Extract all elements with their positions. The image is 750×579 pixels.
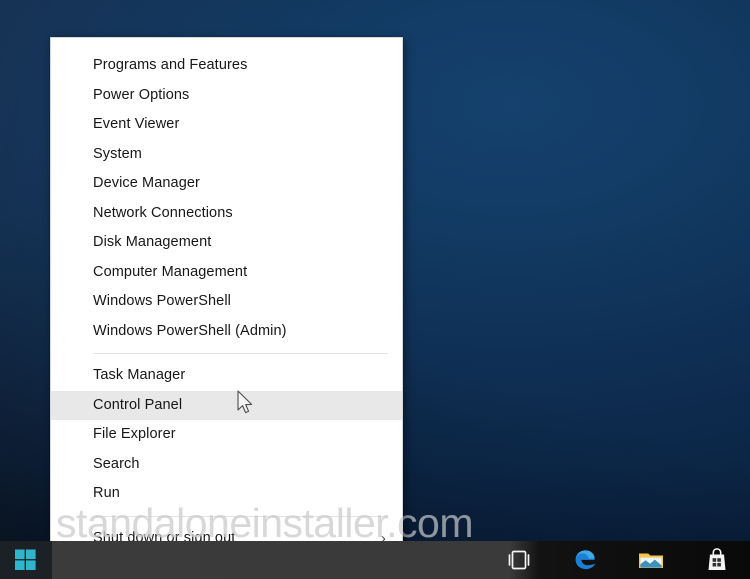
menu-item-power-options[interactable]: Power Options bbox=[51, 81, 402, 111]
menu-item-network-connections[interactable]: Network Connections bbox=[51, 199, 402, 229]
file-explorer-icon[interactable] bbox=[636, 545, 666, 575]
menu-item-label: Computer Management bbox=[93, 263, 248, 280]
menu-item-file-explorer[interactable]: File Explorer bbox=[51, 420, 402, 450]
menu-group-tools: Task Manager Control Panel File Explorer… bbox=[51, 361, 402, 509]
menu-item-label: Programs and Features bbox=[93, 57, 248, 73]
edge-icon[interactable] bbox=[570, 545, 600, 575]
menu-item-label: Windows PowerShell (Admin) bbox=[93, 322, 287, 339]
menu-item-label: Control Panel bbox=[93, 396, 183, 413]
menu-item-computer-management[interactable]: Computer Management bbox=[51, 258, 402, 288]
menu-group-system: Programs and Features Power Options Even… bbox=[51, 51, 402, 346]
taskbar[interactable] bbox=[0, 541, 750, 579]
menu-item-label: File Explorer bbox=[93, 426, 176, 442]
menu-item-label: Device Manager bbox=[93, 175, 200, 191]
menu-separator-2 bbox=[93, 515, 388, 517]
task-view-icon[interactable] bbox=[504, 545, 534, 575]
menu-item-label: Task Manager bbox=[93, 367, 186, 383]
menu-separator-1 bbox=[93, 353, 388, 354]
taskbar-pinned-icons bbox=[504, 541, 742, 579]
menu-item-label: Event Viewer bbox=[93, 116, 180, 132]
menu-item-label: System bbox=[93, 145, 142, 162]
menu-item-run[interactable]: Run bbox=[51, 479, 402, 509]
menu-item-search[interactable]: Search bbox=[51, 450, 402, 480]
menu-item-disk-management[interactable]: Disk Management bbox=[51, 228, 402, 258]
menu-item-system[interactable]: System bbox=[51, 140, 402, 170]
menu-item-label: Power Options bbox=[93, 86, 190, 103]
menu-item-label: Search bbox=[93, 455, 140, 472]
menu-item-label: Windows PowerShell bbox=[93, 293, 231, 309]
store-icon[interactable] bbox=[702, 545, 732, 575]
menu-item-device-manager[interactable]: Device Manager bbox=[51, 169, 402, 199]
start-button[interactable] bbox=[0, 541, 52, 579]
menu-item-event-viewer[interactable]: Event Viewer bbox=[51, 110, 402, 140]
menu-item-windows-powershell[interactable]: Windows PowerShell bbox=[51, 287, 402, 317]
power-user-menu[interactable]: Programs and Features Power Options Even… bbox=[50, 37, 403, 575]
menu-item-label: Run bbox=[93, 485, 120, 501]
menu-item-task-manager[interactable]: Task Manager bbox=[51, 361, 402, 391]
desktop: standaloneinstaller.com Programs and Fea… bbox=[0, 0, 750, 579]
menu-item-label: Disk Management bbox=[93, 234, 212, 250]
menu-item-programs-and-features[interactable]: Programs and Features bbox=[51, 51, 402, 81]
menu-item-label: Network Connections bbox=[93, 204, 233, 221]
windows-logo-icon bbox=[15, 549, 36, 570]
menu-item-control-panel[interactable]: Control Panel bbox=[51, 390, 402, 420]
menu-item-windows-powershell-admin[interactable]: Windows PowerShell (Admin) bbox=[51, 317, 402, 347]
